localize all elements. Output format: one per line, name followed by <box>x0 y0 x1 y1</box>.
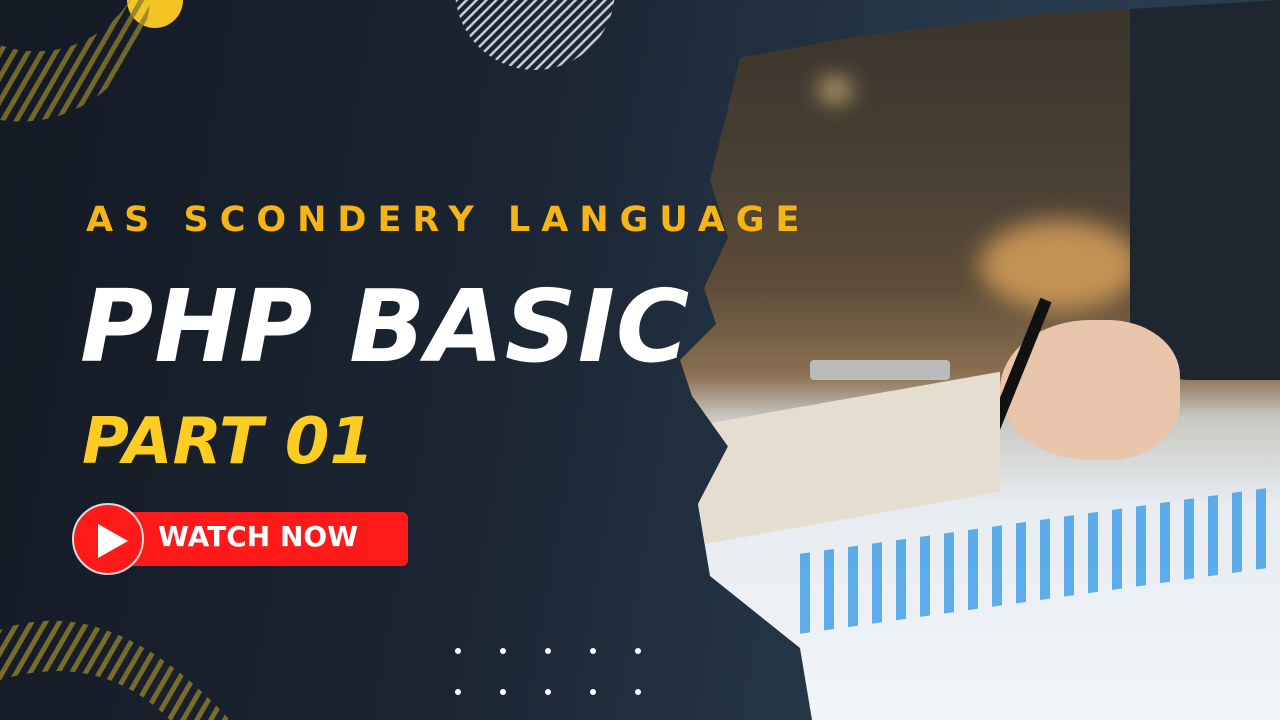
phone <box>810 360 950 380</box>
part-label: PART 01 <box>82 405 374 479</box>
subtitle: AS SCONDERY LANGUAGE <box>86 200 811 240</box>
book <box>680 371 1000 549</box>
watch-now-label: WATCH NOW <box>158 520 359 553</box>
watch-now-button[interactable]: WATCH NOW <box>72 503 408 575</box>
page-title: PHP BASIC <box>80 268 691 385</box>
decor-stripes-bottom <box>0 620 230 720</box>
office-photo <box>680 0 1280 720</box>
decor-dots <box>455 648 641 695</box>
decor-stripes-top <box>0 0 183 122</box>
person-arm <box>1130 0 1280 380</box>
decor-hatched-circle <box>455 0 615 70</box>
play-icon <box>72 503 144 575</box>
